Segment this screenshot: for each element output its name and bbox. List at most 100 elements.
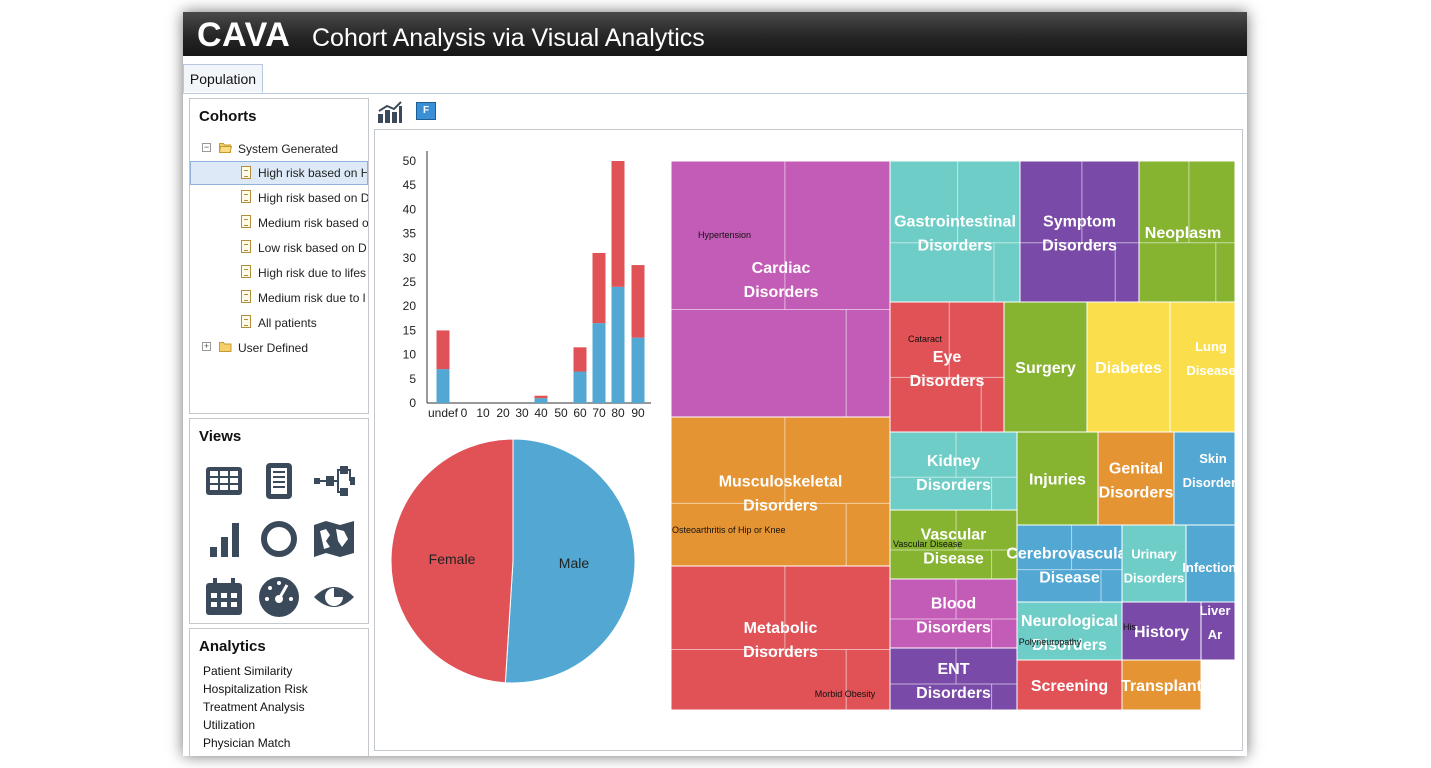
treemap-cell: Liver Ar [1199,601,1236,661]
treemap-rect [1097,431,1175,526]
treemap-cell: Genital Disorders [1097,431,1175,526]
analytics-title: Analytics [199,638,266,655]
x-tick-label: 70 [592,406,606,420]
treemap-label: Disorders [743,644,818,661]
treemap-label: Surgery [1015,360,1076,377]
treemap-cell: Diabetes [1086,301,1171,433]
treemap-sublabel: Hypertension [698,230,751,240]
treemap-cell: Gastrointestinal Disorders [889,160,1021,303]
map-icon[interactable] [312,517,356,561]
analytics-item-treatment-analysis[interactable]: Treatment Analysis [203,698,308,716]
tree-folder-user-defined[interactable]: + User Defined [190,336,368,360]
analytics-panel: Analytics Patient Similarity Hospitaliza… [189,628,369,756]
treemap-label: Transplant [1121,678,1203,695]
y-tick-label: 0 [409,396,416,410]
treemap-label: Disorders [916,620,991,637]
treemap-cell: Musculoskeletal Disorders Osteoarthritis o… [670,416,891,567]
y-tick-label: 5 [409,372,416,386]
bar-chart-icon[interactable] [202,517,246,561]
treemap-label: Disorders [744,284,819,301]
treemap-rect [889,578,1018,649]
charts-panel: 0 5 10 15 20 25 30 35 40 45 50 undef 0 10 20 30 40 50 60 70… [374,129,1243,751]
treemap-cell: Injuries [1016,431,1099,526]
document-list-icon[interactable] [257,459,301,503]
y-tick-label: 45 [403,178,417,192]
treemap-sublabel: Vascular Disease [893,539,962,549]
calendar-icon[interactable] [202,575,246,619]
treemap-label: Liver [1199,603,1230,618]
treemap-label: Blood [931,596,976,613]
treemap-cell: Cerebrovascular Disease [1006,524,1133,603]
treemap-cell: HistoryHis [1121,601,1202,661]
treemap-label: Disorders [1124,571,1185,586]
treemap-label: Disorders [743,498,818,515]
analytics-item-patient-similarity[interactable]: Patient Similarity [203,662,308,680]
treemap-sublabel: Polyneuropathy [1019,637,1082,647]
treemap-label: Disease [923,551,984,568]
tree-item-cohort[interactable]: High risk based on D [190,186,368,210]
treemap-label: Neoplasm [1145,225,1221,242]
treemap-cell: Skin Disorders [1173,431,1242,526]
views-panel: Views [189,418,369,624]
tree-item-cohort[interactable]: High risk due to lifes [190,261,368,285]
treemap-label: Kidney [927,453,980,470]
document-icon [241,265,251,278]
tree-item-label: High risk based on D [258,191,368,205]
treemap-label: Disorders [918,238,993,255]
x-tick-label: 30 [515,406,529,420]
treemap-label: Disorders [916,477,991,494]
flow-diagram-icon[interactable] [312,459,356,503]
tree-item-cohort[interactable]: High risk based on H [190,161,368,185]
tree-item-cohort[interactable]: Low risk based on D [190,236,368,260]
treemap-label: Eye [933,349,962,366]
table-icon[interactable] [202,459,246,503]
treemap-label: Genital [1109,461,1163,478]
analytics-item-physician-match[interactable]: Physician Match [203,734,308,752]
title-bar: CAVA Cohort Analysis via Visual Analytic… [183,12,1247,56]
filter-button[interactable]: F [416,102,436,120]
tree-item-cohort[interactable]: All patients [190,311,368,335]
treemap-cell: Screening [1016,659,1123,711]
tree-folder-system-generated[interactable]: − System Generated [190,137,368,161]
pie-label: Male [559,555,590,571]
treemap-label: History [1134,624,1189,641]
collapse-icon[interactable]: − [202,143,211,152]
y-tick-label: 25 [403,275,417,289]
analytics-item-utilization[interactable]: Utilization [203,716,308,734]
treemap-cell: Kidney Disorders [889,431,1018,511]
bar [592,252,606,324]
eye-icon[interactable] [312,575,356,619]
views-title: Views [199,428,242,445]
bar [611,161,625,287]
gauge-icon[interactable] [257,575,301,619]
tree-item-label: User Defined [238,341,309,355]
treemap-label: Infections [1182,560,1242,575]
chart-toggle-icon[interactable] [377,100,403,124]
treemap-label: Metabolic [744,620,818,637]
treemap-label: Injuries [1029,472,1086,489]
tree-item-cohort[interactable]: Medium risk due to l [190,286,368,310]
treemap-cell: NeurologicalDisordersPolyneuropathy [1016,601,1123,661]
x-tick-label: 80 [611,406,625,420]
document-icon [241,240,251,253]
tab-bar: Population [183,56,1247,94]
bar [573,347,587,372]
treemap-label: Disorders [916,685,991,702]
treemap-cell: Eye Disorders Cataract [889,301,1005,433]
expand-icon[interactable]: + [202,342,211,351]
treemap-rect [889,431,1018,511]
ring-icon[interactable] [257,517,301,561]
x-tick-label: 20 [496,406,510,420]
y-tick-label: 15 [403,323,417,337]
tab-population[interactable]: Population [183,64,263,93]
bar [611,286,625,403]
tree-item-label: High risk based on H [258,166,368,180]
treemap-cell: Lung Disease [1169,301,1236,433]
tree-item-cohort[interactable]: Medium risk based o [190,211,368,235]
analytics-item-hospitalization-risk[interactable]: Hospitalization Risk [203,680,308,698]
treemap-label: Musculoskeletal [719,474,843,491]
treemap-label: Neurological [1021,613,1118,630]
bar [631,265,645,338]
treemap-rect [1019,160,1140,303]
treemap-label: Lung [1195,339,1227,354]
